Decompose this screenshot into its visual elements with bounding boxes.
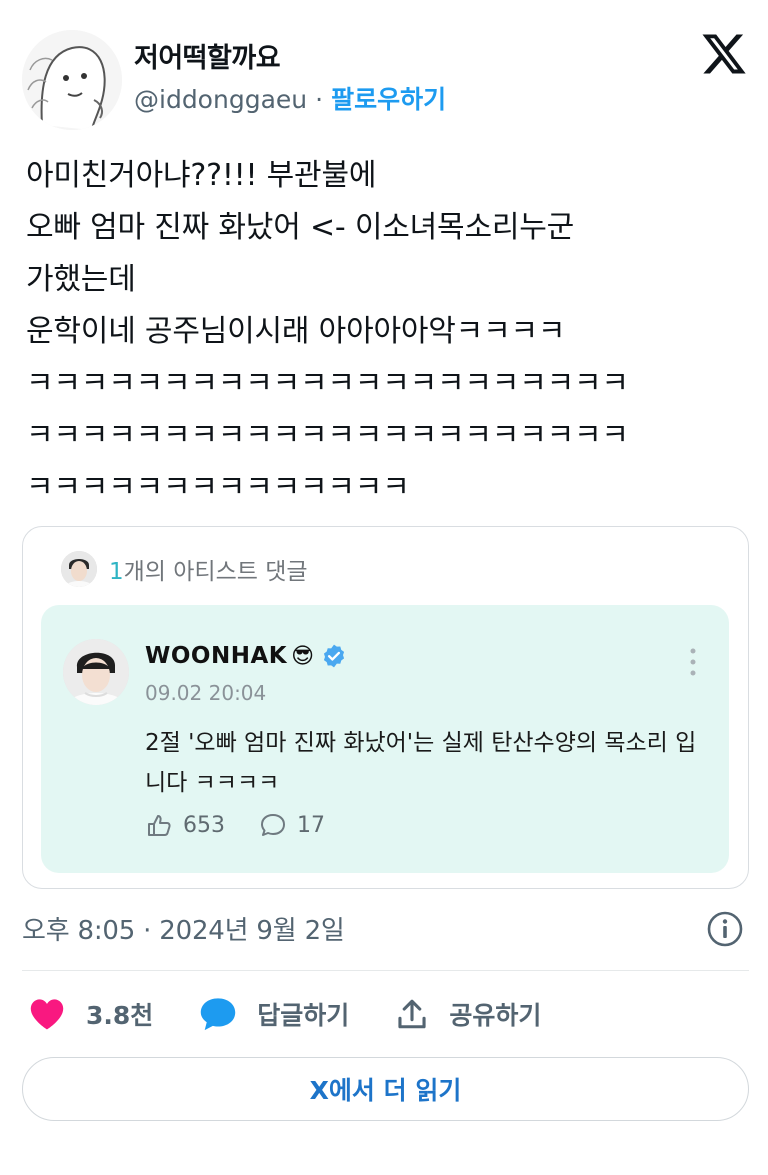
divider xyxy=(22,970,749,971)
tweet-actions: 3.8천 답글하기 공유하기 xyxy=(28,994,587,1034)
comment-like-stat[interactable]: 653 xyxy=(145,811,225,839)
share-button[interactable]: 공유하기 xyxy=(395,996,541,1032)
separator: · xyxy=(315,85,324,114)
comment-box: WOONHAK 😎 09.02 20:04 2절 '오빠 엄마 진짜 화났어'는… xyxy=(41,605,729,873)
card-header-label: 개의 아티스트 댓글 xyxy=(123,559,308,585)
x-logo-icon[interactable] xyxy=(700,30,748,78)
share-icon xyxy=(398,999,426,1029)
comment-date: 09.02 20:04 xyxy=(145,681,267,705)
tweet-line: 가했는데 xyxy=(26,262,136,297)
author-avatar[interactable] xyxy=(22,30,122,130)
reply-button[interactable]: 답글하기 xyxy=(199,996,349,1032)
heart-icon xyxy=(30,999,64,1030)
handle-row: @iddonggaeu · 팔로우하기 xyxy=(134,80,446,116)
tweet-line: 아미친거아냐??!!! 부관불에 xyxy=(26,158,377,193)
like-button[interactable]: 3.8천 xyxy=(28,996,153,1032)
more-icon[interactable] xyxy=(683,645,703,679)
info-icon[interactable] xyxy=(706,910,744,948)
tweet-line: ㅋㅋㅋㅋㅋㅋㅋㅋㅋㅋㅋㅋㅋㅋㅋㅋㅋㅋㅋㅋㅋㅋ xyxy=(26,418,629,453)
commenter-avatar[interactable] xyxy=(63,639,129,705)
artist-count: 1 xyxy=(109,559,124,585)
author-name[interactable]: 저어떡할까요 xyxy=(134,36,281,75)
card-header-text: 1개의 아티스트 댓글 xyxy=(109,552,308,586)
commenter-name[interactable]: WOONHAK xyxy=(145,643,287,669)
comment-reply-stat[interactable]: 17 xyxy=(259,811,325,839)
author-handle[interactable]: @iddonggaeu xyxy=(134,85,307,114)
follow-button[interactable]: 팔로우하기 xyxy=(331,85,446,114)
artist-mini-avatar xyxy=(61,551,97,587)
card-header: 1개의 아티스트 댓글 xyxy=(61,549,308,589)
tweet-timestamp[interactable]: 오후 8:05 · 2024년 9월 2일 xyxy=(22,910,345,947)
comment-body: 2절 '오빠 엄마 진짜 화났어'는 실제 탄산수양의 목소리 입니다 ㅋㅋㅋㅋ xyxy=(145,730,697,796)
tweet-line: 운학이네 공주님이시래 아아아아악ㅋㅋㅋㅋ xyxy=(26,314,566,349)
read-more-button[interactable]: X에서 더 읽기 xyxy=(22,1057,749,1121)
reply-icon xyxy=(261,814,285,836)
share-label: 공유하기 xyxy=(449,1001,542,1030)
tweet-line: 오빠 엄마 진짜 화났어 <- 이소녀목소리누군 xyxy=(26,210,575,245)
reply-label: 답글하기 xyxy=(257,1001,350,1030)
comment-like-count: 653 xyxy=(183,812,225,838)
tweet-line: ㅋㅋㅋㅋㅋㅋㅋㅋㅋㅋㅋㅋㅋㅋㅋㅋㅋㅋㅋㅋㅋㅋ xyxy=(26,366,629,401)
chat-bubble-icon xyxy=(201,998,236,1031)
commenter-name-row: WOONHAK 😎 xyxy=(145,643,347,669)
tweet-line: ㅋㅋㅋㅋㅋㅋㅋㅋㅋㅋㅋㅋㅋㅋ xyxy=(26,470,410,505)
artist-comment-card[interactable]: 1개의 아티스트 댓글 WOONHAK 😎 09.02 20:04 2절 '오빠… xyxy=(22,526,749,889)
like-count: 3.8천 xyxy=(86,1001,154,1030)
comment-stats: 653 17 xyxy=(145,811,359,839)
tweet-text: 아미친거아냐??!!! 부관불에 오빠 엄마 진짜 화났어 <- 이소녀목소리누… xyxy=(26,150,746,514)
sunglasses-emoji: 😎 xyxy=(291,643,315,669)
verified-icon xyxy=(323,644,344,668)
comment-reply-count: 17 xyxy=(297,812,325,838)
like-icon xyxy=(148,815,171,836)
tweet-header: 저어떡할까요 @iddonggaeu · 팔로우하기 xyxy=(22,30,752,130)
